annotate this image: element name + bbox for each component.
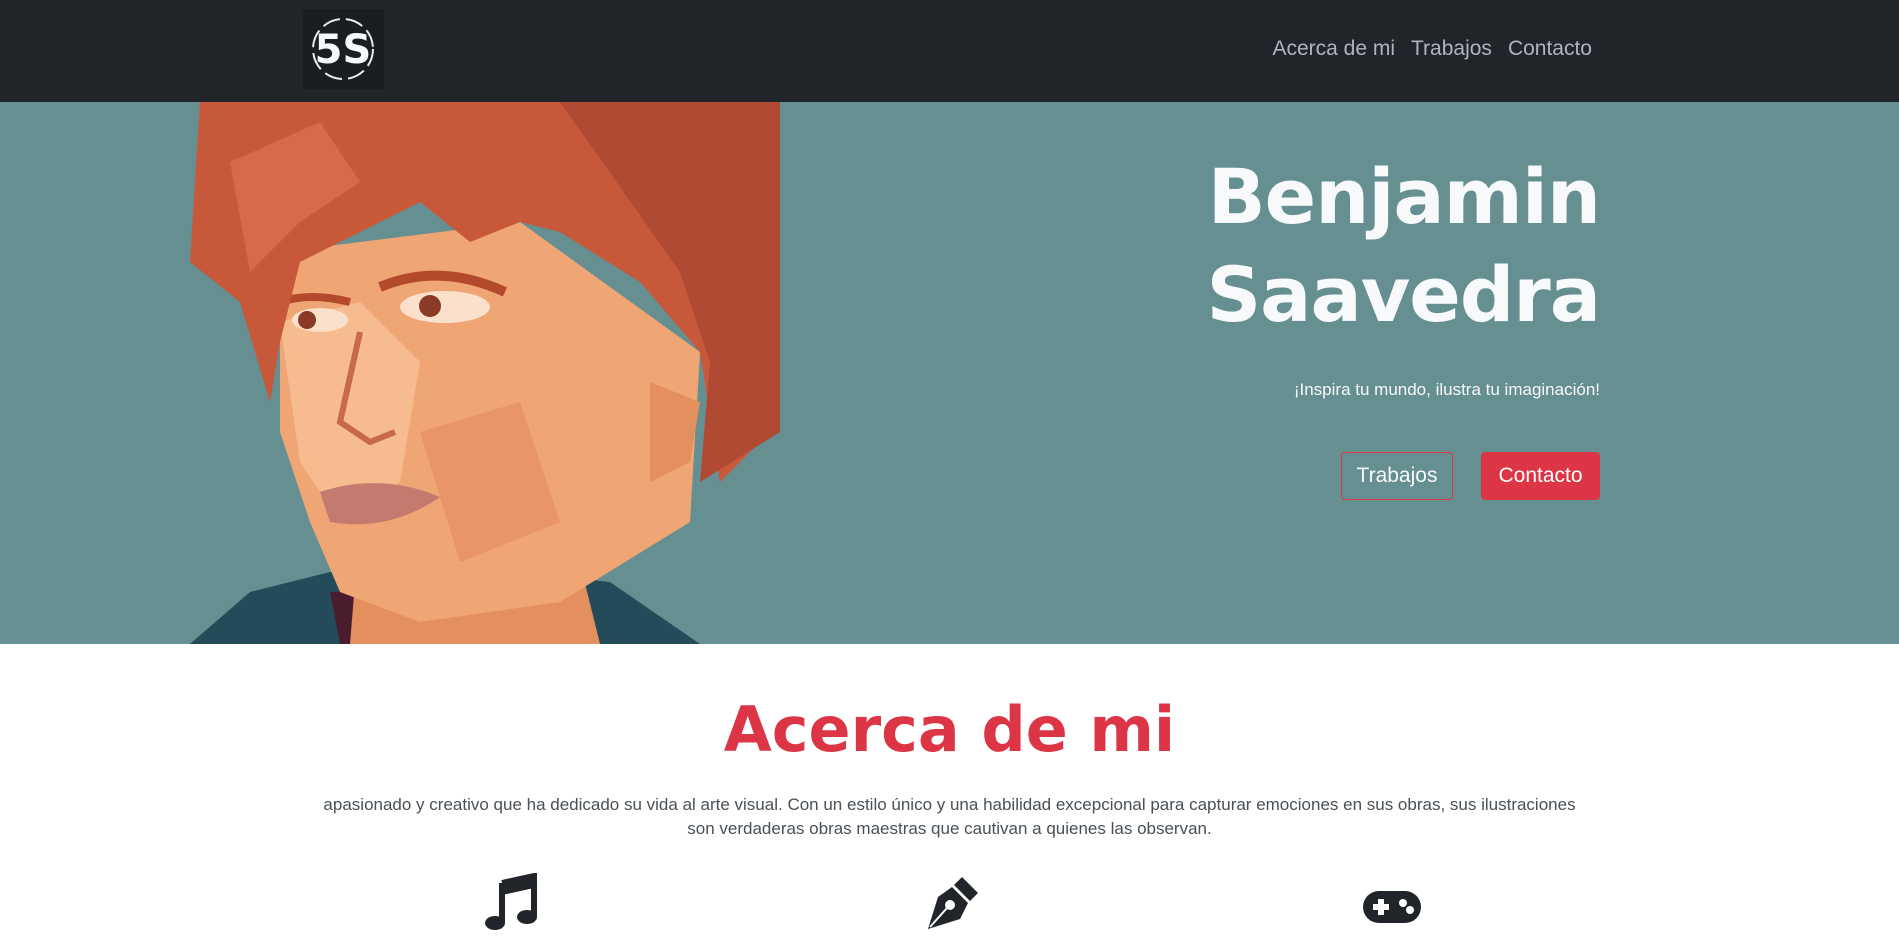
- hero-title-last-name: Saavedra: [1206, 250, 1601, 339]
- works-button[interactable]: Trabajos: [1341, 452, 1453, 500]
- about-title: Acerca de mi: [723, 693, 1176, 766]
- nav-links: Acerca de mi Trabajos Contacto: [1272, 34, 1592, 64]
- pen-nib-icon: [922, 873, 982, 933]
- gamepad-icon: [1361, 873, 1423, 933]
- nav-link-about[interactable]: Acerca de mi: [1272, 34, 1395, 64]
- hero-title-first-name: Benjamin: [1207, 152, 1601, 241]
- music-icon: [480, 873, 540, 933]
- about-description: apasionado y creativo que ha dedicado su…: [323, 795, 1576, 838]
- hero-portrait-illustration: [190, 102, 780, 644]
- navbar: 5S Acerca de mi Trabajos Contacto: [0, 0, 1899, 102]
- hero-section: Benjamin Saavedra ¡Inspira tu mundo, ilu…: [0, 102, 1899, 644]
- hero-tagline: ¡Inspira tu mundo, ilustra tu imaginació…: [1293, 380, 1600, 399]
- nav-link-works[interactable]: Trabajos: [1411, 34, 1492, 64]
- hero-title: Benjamin Saavedra: [1206, 148, 1601, 344]
- hero-buttons: Trabajos Contacto: [1341, 452, 1600, 500]
- logo-text: 5S: [315, 27, 372, 73]
- logo-icon: 5S: [312, 18, 374, 80]
- logo[interactable]: 5S: [303, 9, 384, 89]
- feature-icons: [0, 873, 1899, 941]
- contact-button[interactable]: Contacto: [1481, 452, 1600, 500]
- nav-link-contact[interactable]: Contacto: [1508, 34, 1592, 64]
